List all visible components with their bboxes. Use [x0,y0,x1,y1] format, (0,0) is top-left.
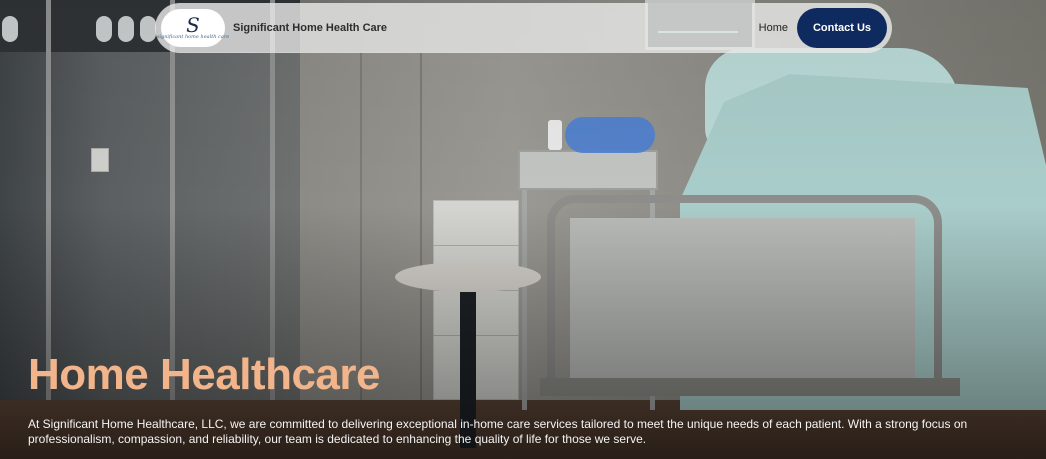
brand-logo[interactable]: S significant home health care [157,9,229,47]
hero-title: Home Healthcare [28,350,380,399]
contact-us-button[interactable]: Contact Us [797,8,887,48]
hero-description: At Significant Home Healthcare, LLC, we … [28,417,968,446]
logo-signature: significant home health care [156,34,230,40]
hero-section: S significant home health care Significa… [0,0,1046,459]
navbar: S significant home health care Significa… [155,3,892,53]
brand-name[interactable]: Significant Home Health Care [233,22,387,34]
nav-link-home[interactable]: Home [759,22,788,34]
logo-letter: S [186,13,200,37]
